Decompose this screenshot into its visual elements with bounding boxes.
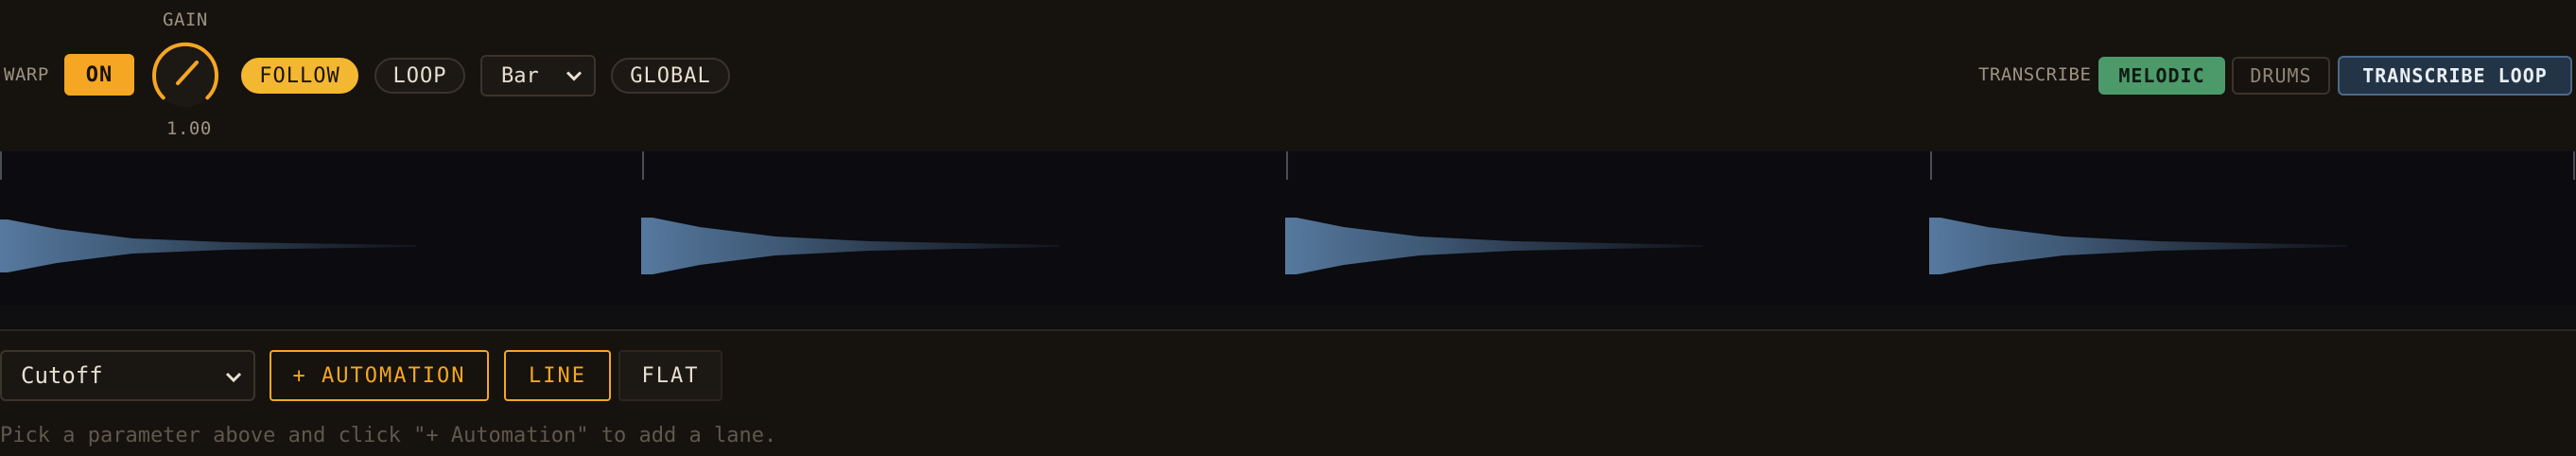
warp-label: WARP [4, 64, 49, 85]
add-automation-button[interactable]: + AUTOMATION [270, 350, 489, 401]
parameter-select-value: Cutoff [21, 362, 103, 389]
gain-value: 1.00 [166, 118, 212, 139]
loop-toggle[interactable]: LOOP [374, 58, 465, 94]
warp-on-button[interactable]: ON [64, 54, 134, 96]
global-toggle[interactable]: GLOBAL [611, 58, 730, 94]
waveform-hit [641, 218, 1059, 274]
waveform-display [0, 151, 2575, 274]
waveform-hit [1929, 218, 2347, 274]
flat-mode-button[interactable]: FLAT [618, 350, 722, 401]
line-mode-button[interactable]: LINE [504, 350, 611, 401]
transcribe-loop-button[interactable]: TRANSCRIBE LOOP [2338, 56, 2572, 96]
melodic-button[interactable]: MELODIC [2098, 57, 2225, 95]
waveform-footer [0, 305, 2576, 329]
grid-select-value: Bar [501, 63, 539, 88]
grid-select[interactable]: Bar [480, 55, 596, 96]
gain-knob-icon[interactable] [149, 40, 221, 112]
chevron-down-icon [225, 362, 242, 389]
transcribe-label: TRANSCRIBE [1978, 64, 2092, 85]
section-divider [0, 329, 2576, 331]
waveform-hit [1285, 218, 1703, 274]
waveform-hit [0, 219, 416, 272]
drums-button[interactable]: DRUMS [2232, 57, 2330, 95]
automation-hint: Pick a parameter above and click "+ Auto… [0, 424, 777, 447]
parameter-select[interactable]: Cutoff [0, 350, 255, 401]
chevron-down-icon [566, 64, 583, 88]
follow-toggle[interactable]: FOLLOW [241, 58, 358, 94]
bar-marker [0, 151, 2575, 180]
gain-label: GAIN [163, 9, 208, 30]
waveform-lane[interactable] [0, 151, 2576, 305]
transport-toolbar: WARP ON GAIN 1.00 FOLLOW LOOP Bar GLOBAL… [0, 0, 2576, 151]
